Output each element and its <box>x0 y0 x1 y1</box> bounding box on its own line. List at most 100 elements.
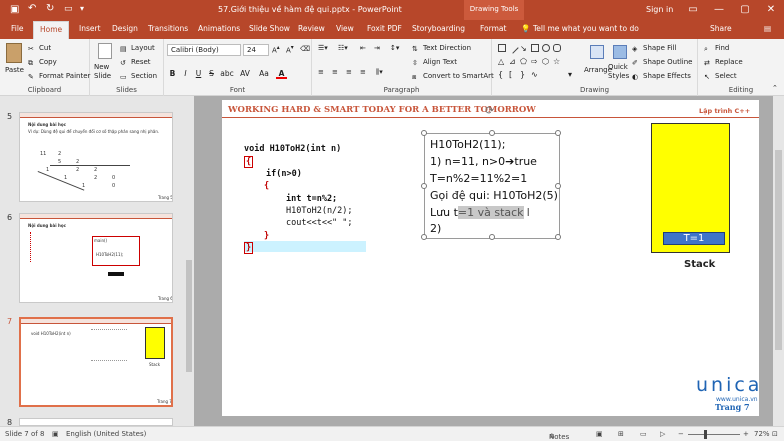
convert-smartart-button[interactable]: ⧈ Convert to SmartArt <box>412 72 494 82</box>
font-color-button[interactable]: A <box>276 68 287 79</box>
brace-shape-icon[interactable]: { <box>498 70 506 79</box>
tell-me-input[interactable]: Tell me what you want to do <box>533 24 639 33</box>
indent-decrease-icon[interactable]: ⇤ <box>360 44 366 52</box>
zoom-slider-thumb[interactable] <box>704 430 707 439</box>
tab-view[interactable]: View <box>336 24 354 33</box>
textbox-shape-icon[interactable] <box>498 44 506 52</box>
tab-design[interactable]: Design <box>112 24 138 33</box>
indent-increase-icon[interactable]: ⇥ <box>374 44 380 52</box>
oval-shape-icon[interactable] <box>542 44 550 52</box>
slide-thumbnail-6[interactable]: Nội dung bài học main() H10ToH2(11); Tra… <box>19 213 173 303</box>
tab-transitions[interactable]: Transitions <box>148 24 188 33</box>
slide-sorter-icon[interactable]: ⊞ <box>618 430 624 438</box>
align-right-icon[interactable]: ≡ <box>346 68 352 76</box>
find-button[interactable]: ⌕ Find <box>704 44 729 54</box>
resize-handle[interactable] <box>555 130 561 136</box>
slide-thumbnail-7[interactable]: void H10ToH2(int n) Stack Trang 7 <box>19 317 173 407</box>
block-arrow-shape-icon[interactable]: ⇨ <box>531 57 539 66</box>
clear-format-icon[interactable]: ⌫ <box>300 45 310 53</box>
bracket-shape-icon[interactable]: [ <box>509 70 517 79</box>
zoom-slider[interactable] <box>688 434 740 435</box>
justify-icon[interactable]: ≡ <box>360 68 366 76</box>
quick-styles-button[interactable]: Quick Styles <box>608 63 630 81</box>
tab-storyboarding[interactable]: Storyboarding <box>412 24 465 33</box>
new-slide-button[interactable]: New Slide <box>94 63 118 81</box>
resize-handle[interactable] <box>489 130 495 136</box>
change-case-button[interactable]: Aa <box>257 68 271 79</box>
underline-button[interactable]: U <box>193 68 204 79</box>
bold-button[interactable]: B <box>167 68 178 79</box>
font-name-select[interactable]: Calibri (Body) <box>167 44 241 56</box>
tab-file[interactable]: File <box>11 24 24 33</box>
shrink-font-icon[interactable]: A▾ <box>286 45 294 54</box>
new-slide-icon[interactable] <box>98 43 112 59</box>
gallery-more-icon[interactable]: ▾ <box>568 70 576 79</box>
tab-insert[interactable]: Insert <box>79 24 101 33</box>
arrange-icon[interactable] <box>590 45 604 59</box>
arrow-shape-icon[interactable]: ↘ <box>520 44 528 53</box>
paste-button[interactable]: Paste <box>5 66 24 74</box>
maximize-icon[interactable]: ▢ <box>732 0 758 20</box>
grow-font-icon[interactable]: A▴ <box>272 45 280 54</box>
reset-button[interactable]: ↺ Reset <box>120 58 151 68</box>
align-left-icon[interactable]: ≡ <box>318 68 324 76</box>
brace-right-shape-icon[interactable]: } <box>520 70 528 79</box>
canvas-scroll-thumb[interactable] <box>775 150 782 350</box>
copy-button[interactable]: ⧉ Copy <box>28 58 57 68</box>
zoom-out-icon[interactable]: − <box>678 430 684 438</box>
right-angle-shape-icon[interactable]: ⊿ <box>509 57 517 66</box>
quick-styles-icon[interactable] <box>613 45 627 59</box>
qat-customize-icon[interactable]: ▾ <box>80 4 84 13</box>
shape-fill-button[interactable]: ◈ Shape Fill <box>632 44 677 54</box>
strike-button[interactable]: S <box>206 68 217 79</box>
text-direction-button[interactable]: ⇅ Text Direction <box>412 44 471 54</box>
language-indicator[interactable]: English (United States) <box>66 430 146 438</box>
tab-review[interactable]: Review <box>298 24 325 33</box>
curve-shape-icon[interactable]: ∿ <box>531 70 539 79</box>
font-size-select[interactable]: 24 <box>243 44 269 56</box>
italic-button[interactable]: I <box>180 68 191 79</box>
resize-handle[interactable] <box>421 130 427 136</box>
shape-effects-button[interactable]: ◐ Shape Effects <box>632 72 691 82</box>
zoom-level[interactable]: 72% <box>754 430 770 438</box>
bullets-icon[interactable]: ☰▾ <box>318 44 328 52</box>
minimize-icon[interactable]: — <box>706 0 732 20</box>
fit-slide-icon[interactable]: ⊡ <box>772 430 778 438</box>
reading-view-icon[interactable]: ▭ <box>640 430 647 438</box>
slideshow-view-icon[interactable]: ▷ <box>660 430 665 438</box>
share-button[interactable]: Share <box>710 24 732 33</box>
slide-thumbnail-8[interactable] <box>19 418 173 426</box>
layout-button[interactable]: ▤ Layout <box>120 44 155 54</box>
shape-outline-button[interactable]: ✐ Shape Outline <box>632 58 692 68</box>
rotate-handle-icon[interactable]: ⟳ <box>485 104 494 117</box>
align-text-button[interactable]: ⇳ Align Text <box>412 58 457 68</box>
line-spacing-icon[interactable]: ↕▾ <box>390 44 399 52</box>
pentagon-shape-icon[interactable]: ⬠ <box>520 57 528 66</box>
present-icon[interactable]: ▭ <box>64 4 73 14</box>
paste-icon[interactable] <box>6 43 22 63</box>
zoom-in-icon[interactable]: + <box>743 430 749 438</box>
triangle-shape-icon[interactable]: △ <box>498 57 506 66</box>
resize-handle[interactable] <box>555 234 561 240</box>
align-center-icon[interactable]: ≡ <box>332 68 338 76</box>
explanation-textbox[interactable]: H10ToH2(11); 1) n=11, n>0➔true T=n%2=11%… <box>421 130 561 240</box>
collapse-ribbon-icon[interactable]: ⌃ <box>772 84 778 92</box>
hex-shape-icon[interactable]: ⬡ <box>542 57 550 66</box>
ribbon-display-icon[interactable]: ▭ <box>680 0 706 20</box>
tab-foxit-pdf[interactable]: Foxit PDF <box>367 24 402 33</box>
close-icon[interactable]: ✕ <box>758 0 784 20</box>
tab-animations[interactable]: Animations <box>198 24 240 33</box>
save-icon[interactable]: ▣ <box>10 4 19 15</box>
comment-icon[interactable]: ▤ <box>764 24 771 33</box>
section-button[interactable]: ▭ Section <box>120 72 157 82</box>
undo-icon[interactable]: ↶ <box>28 3 36 14</box>
shapes-gallery[interactable]: ↘ △ ⊿ ⬠ ⇨ ⬡ ☆ { [ } ∿ ▾ <box>496 42 578 82</box>
tab-format[interactable]: Format <box>480 24 506 33</box>
select-button[interactable]: ↖ Select <box>704 72 737 82</box>
resize-handle[interactable] <box>421 234 427 240</box>
redo-icon[interactable]: ↻ <box>46 3 54 14</box>
replace-button[interactable]: ⇄ Replace <box>704 58 743 68</box>
numbering-icon[interactable]: ☷▾ <box>338 44 348 52</box>
resize-handle[interactable] <box>421 183 427 189</box>
rounded-rect-shape-icon[interactable] <box>553 44 561 52</box>
